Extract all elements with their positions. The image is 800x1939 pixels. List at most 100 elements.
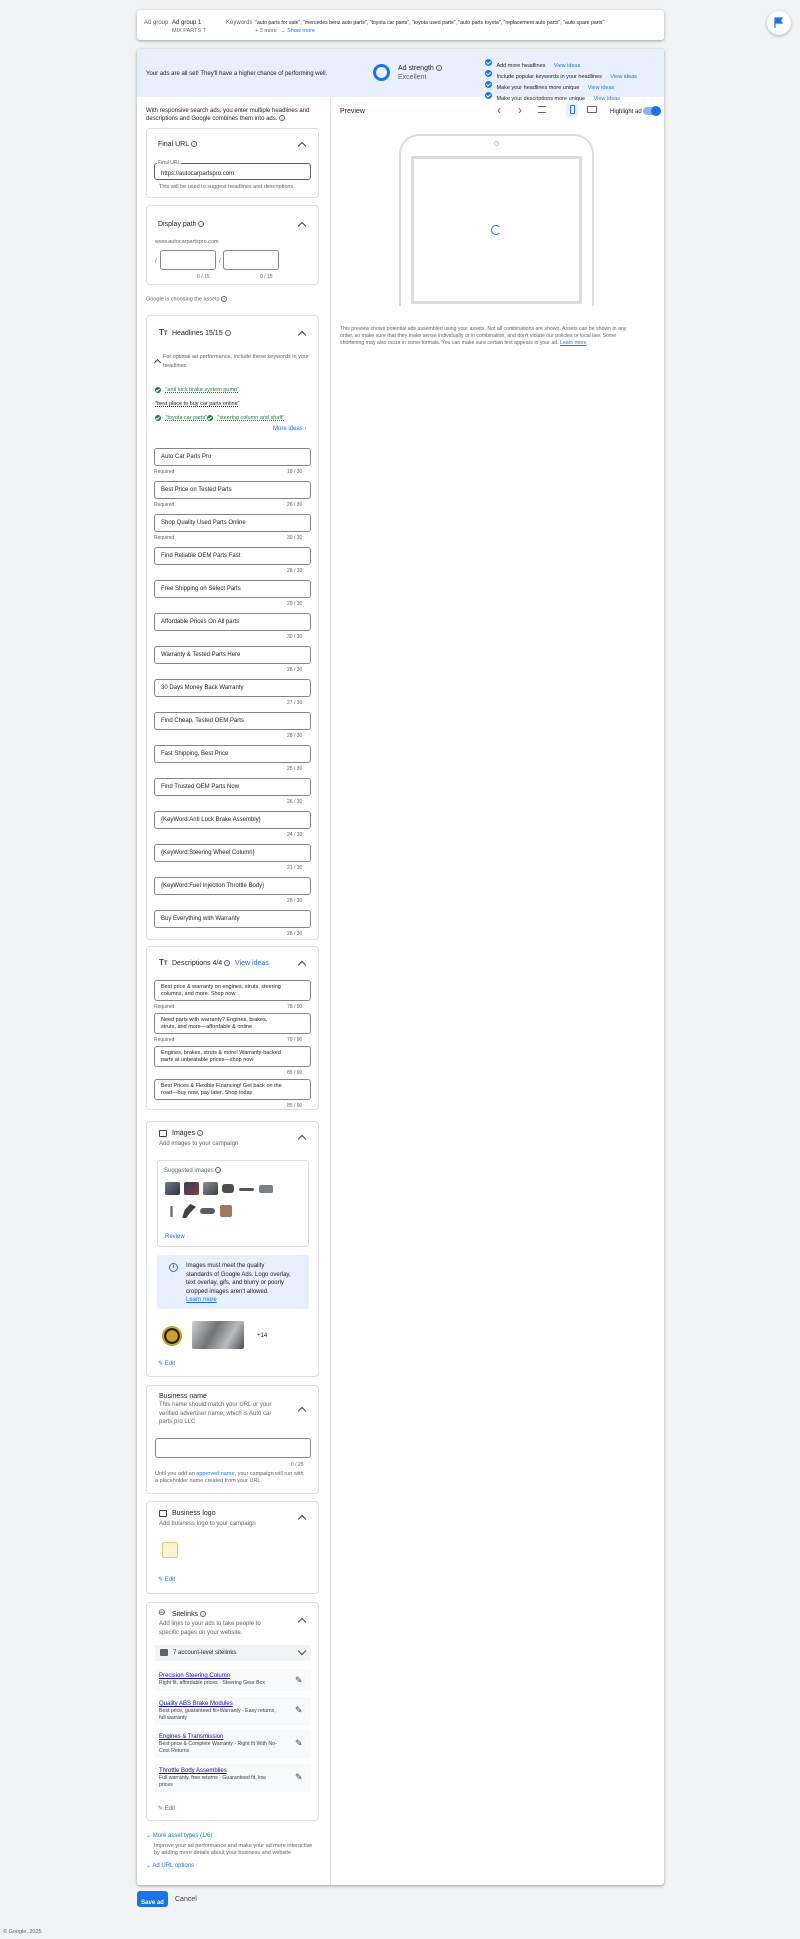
ad-url-options-toggle[interactable]: ⌄ Ad URL options bbox=[146, 1862, 194, 1870]
chevron-up-icon[interactable] bbox=[297, 221, 307, 231]
headline-input[interactable]: Free Shipping on Select Parts bbox=[154, 580, 311, 598]
headline-text: Buy Everything with Warranty bbox=[161, 916, 240, 922]
choosing-assets: Google is choosing the assets ? bbox=[146, 296, 227, 303]
view-ideas-link[interactable]: View ideas bbox=[594, 96, 621, 102]
business-logo-edit[interactable]: ✎ Edit bbox=[158, 1576, 175, 1584]
sitelink-title[interactable]: Throttle Body Assemblies bbox=[159, 1767, 266, 1775]
headline-input[interactable]: Shop Quality Used Parts Online bbox=[154, 514, 311, 532]
image-logo-thumb[interactable] bbox=[162, 1326, 182, 1346]
folder-icon bbox=[160, 1649, 168, 1656]
final-url-section: Final URL ? https://autocarpartspro.com … bbox=[146, 128, 319, 198]
save-ad-button[interactable]: Save ad bbox=[137, 1891, 168, 1907]
headline-input[interactable]: {KeyWord:Steering Wheel Column} bbox=[154, 844, 311, 862]
chevron-up-icon[interactable] bbox=[297, 1406, 307, 1416]
headline-input[interactable]: Warranty & Tested Parts Here bbox=[154, 646, 311, 664]
next-icon[interactable]: › bbox=[518, 103, 522, 117]
mobile-view-icon[interactable] bbox=[566, 103, 578, 117]
chevron-up-icon[interactable] bbox=[297, 141, 307, 151]
headline-text: {KeyWord:Fuel Injection Throttle Body} bbox=[161, 883, 265, 889]
help-icon[interactable]: ? bbox=[224, 960, 231, 967]
collapse-hint-icon[interactable] bbox=[153, 358, 162, 367]
previous-icon[interactable]: ‹ bbox=[497, 103, 501, 117]
image-parts-thumb[interactable] bbox=[192, 1321, 244, 1349]
suggested-image-thumb[interactable] bbox=[239, 1188, 254, 1191]
review-link[interactable]: Review bbox=[165, 1233, 185, 1241]
chevron-up-icon[interactable] bbox=[297, 1134, 307, 1144]
help-icon[interactable]: ? bbox=[200, 1611, 207, 1618]
pencil-icon[interactable]: ✎ bbox=[295, 1772, 303, 1783]
account-sitelinks-row[interactable]: 7 account-level sitelinks bbox=[155, 1645, 311, 1661]
highlight-ad-toggle[interactable] bbox=[643, 105, 661, 116]
suggested-image-thumb[interactable] bbox=[203, 1182, 218, 1195]
headline-input[interactable]: Affordable Prices On All parts bbox=[154, 613, 311, 631]
preview-title: Preview bbox=[340, 108, 365, 115]
suggested-image-thumb[interactable] bbox=[222, 1184, 234, 1193]
sitelink-title[interactable]: Precision Steering Column bbox=[159, 1672, 265, 1680]
feedback-button[interactable] bbox=[767, 11, 791, 35]
suggested-image-thumb[interactable] bbox=[200, 1208, 215, 1214]
help-icon[interactable]: ? bbox=[196, 1130, 203, 1137]
suggested-image-thumb[interactable] bbox=[170, 1206, 173, 1217]
phone-screen bbox=[411, 156, 582, 304]
description-input[interactable]: Best Prices & Flexible Financing! Get ba… bbox=[154, 1079, 311, 1100]
pencil-icon[interactable]: ✎ bbox=[295, 1705, 303, 1716]
headline-text: Affordable Prices On All parts bbox=[161, 619, 240, 625]
pencil-icon: ✎ bbox=[158, 1806, 164, 1812]
cancel-button[interactable]: Cancel bbox=[175, 1895, 197, 1904]
headline-input[interactable]: Auto Car Parts Pro bbox=[154, 448, 311, 466]
help-icon[interactable]: ? bbox=[215, 1167, 222, 1174]
descriptions-view-ideas[interactable]: View ideas bbox=[235, 959, 269, 968]
more-asset-types-toggle[interactable]: ⌄ More asset types (1/6) bbox=[146, 1832, 212, 1840]
help-icon[interactable]: ? bbox=[224, 330, 231, 337]
sitelink-title[interactable]: Engines & Transmission bbox=[159, 1733, 277, 1741]
help-icon[interactable]: ? bbox=[190, 141, 197, 148]
approved-name-link[interactable]: approved name bbox=[196, 1471, 234, 1477]
headline-input[interactable]: Find Reliable OEM Parts Fast bbox=[154, 547, 311, 565]
headline-input[interactable]: {KeyWord:Anti Lock Brake Assembly} bbox=[154, 811, 311, 829]
headline-input[interactable]: Find Cheap, Tested OEM Parts bbox=[154, 712, 311, 730]
description-input[interactable]: Best price & warranty on engines, struts… bbox=[154, 980, 311, 1001]
headline-input[interactable]: Buy Everything with Warranty bbox=[154, 910, 311, 928]
business-logo-thumb[interactable] bbox=[162, 1542, 178, 1558]
suggested-image-thumb[interactable] bbox=[259, 1185, 273, 1193]
description-input[interactable]: Engines, brakes, struts & more! Warranty… bbox=[154, 1046, 311, 1067]
chevron-up-icon[interactable] bbox=[297, 1617, 307, 1627]
help-icon[interactable]: ? bbox=[220, 296, 227, 302]
headlines-section: TT Headlines 15/15 ? For optimal ad perf… bbox=[146, 315, 319, 940]
headline-input[interactable]: Fast Shipping, Best Price bbox=[154, 745, 311, 763]
chevron-up-icon[interactable] bbox=[297, 960, 307, 970]
headline-input[interactable]: {KeyWord:Fuel Injection Throttle Body} bbox=[154, 877, 311, 895]
headline-input[interactable]: Best Price on Tested Parts bbox=[154, 481, 311, 499]
help-icon[interactable]: ? bbox=[198, 221, 205, 228]
keyword-suggestion[interactable]: "toyota car parts" bbox=[155, 409, 207, 427]
images-edit[interactable]: ✎ Edit bbox=[158, 1360, 175, 1368]
adgroup-name[interactable]: Ad group 1 bbox=[172, 19, 201, 27]
desktop-view-icon[interactable] bbox=[587, 106, 597, 113]
show-more-link[interactable]: ⌄ Show more bbox=[281, 28, 315, 35]
preview-learn-more-link[interactable]: Learn more bbox=[560, 340, 587, 346]
ad-url-options-label: Ad URL options bbox=[152, 1863, 195, 1869]
chevron-up-icon[interactable] bbox=[297, 330, 307, 340]
learn-more-link[interactable]: Learn more bbox=[186, 1296, 291, 1305]
pencil-icon[interactable]: ✎ bbox=[295, 1675, 303, 1686]
sitelinks-edit[interactable]: ✎ Edit bbox=[158, 1805, 175, 1813]
suggested-image-thumb[interactable] bbox=[184, 1182, 199, 1195]
grid-view-icon[interactable] bbox=[538, 106, 546, 113]
description-input[interactable]: Need parts with warranty? Engines, brake… bbox=[154, 1013, 311, 1034]
headline-input[interactable]: 30 Days Money Back Warranty bbox=[154, 679, 311, 697]
suggested-image-thumb[interactable] bbox=[165, 1182, 180, 1195]
business-name-input[interactable] bbox=[155, 1438, 311, 1458]
path1-input[interactable] bbox=[160, 250, 216, 270]
sitelink-title[interactable]: Quality ABS Brake Modules bbox=[159, 1700, 276, 1708]
more-ideas-link[interactable]: More ideas › bbox=[273, 425, 306, 433]
footer-copyright: © Google, 2025 bbox=[3, 1929, 42, 1935]
suggested-image-thumb[interactable] bbox=[220, 1205, 232, 1217]
view-ideas-link[interactable]: View ideas bbox=[610, 74, 637, 80]
suggested-image-thumb[interactable] bbox=[182, 1204, 196, 1218]
path2-input[interactable] bbox=[223, 250, 279, 270]
headline-input[interactable]: Find Trusted OEM Parts Now bbox=[154, 778, 311, 796]
chevron-up-icon[interactable] bbox=[297, 1514, 307, 1524]
help-icon[interactable]: ? bbox=[279, 115, 286, 122]
help-icon[interactable]: ? bbox=[435, 65, 442, 72]
pencil-icon[interactable]: ✎ bbox=[295, 1738, 303, 1749]
